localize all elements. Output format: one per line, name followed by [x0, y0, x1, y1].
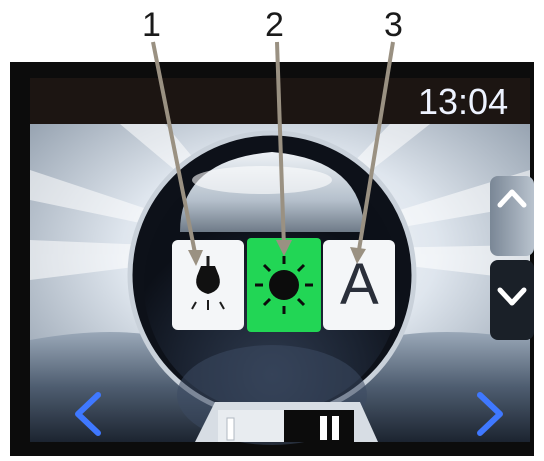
- toggle-option-i-mark: [226, 417, 235, 441]
- auto-mode-label: A: [340, 252, 379, 317]
- device-screen-figure: 1 2 3 13:04 A: [0, 0, 544, 461]
- status-time: 13:04: [418, 81, 509, 122]
- dome-highlight: [192, 166, 332, 194]
- callout-label-3: 3: [384, 6, 403, 44]
- toggle-option-ii-mark-right: [332, 416, 339, 440]
- toggle-option-ii-mark-left: [320, 416, 327, 440]
- toggle-option-ii[interactable]: [284, 410, 354, 442]
- callout-label-2: 2: [265, 6, 284, 44]
- device-screen-illustration: [10, 41, 534, 456]
- callout-label-1: 1: [142, 6, 161, 44]
- scroll-up-button[interactable]: [490, 176, 534, 256]
